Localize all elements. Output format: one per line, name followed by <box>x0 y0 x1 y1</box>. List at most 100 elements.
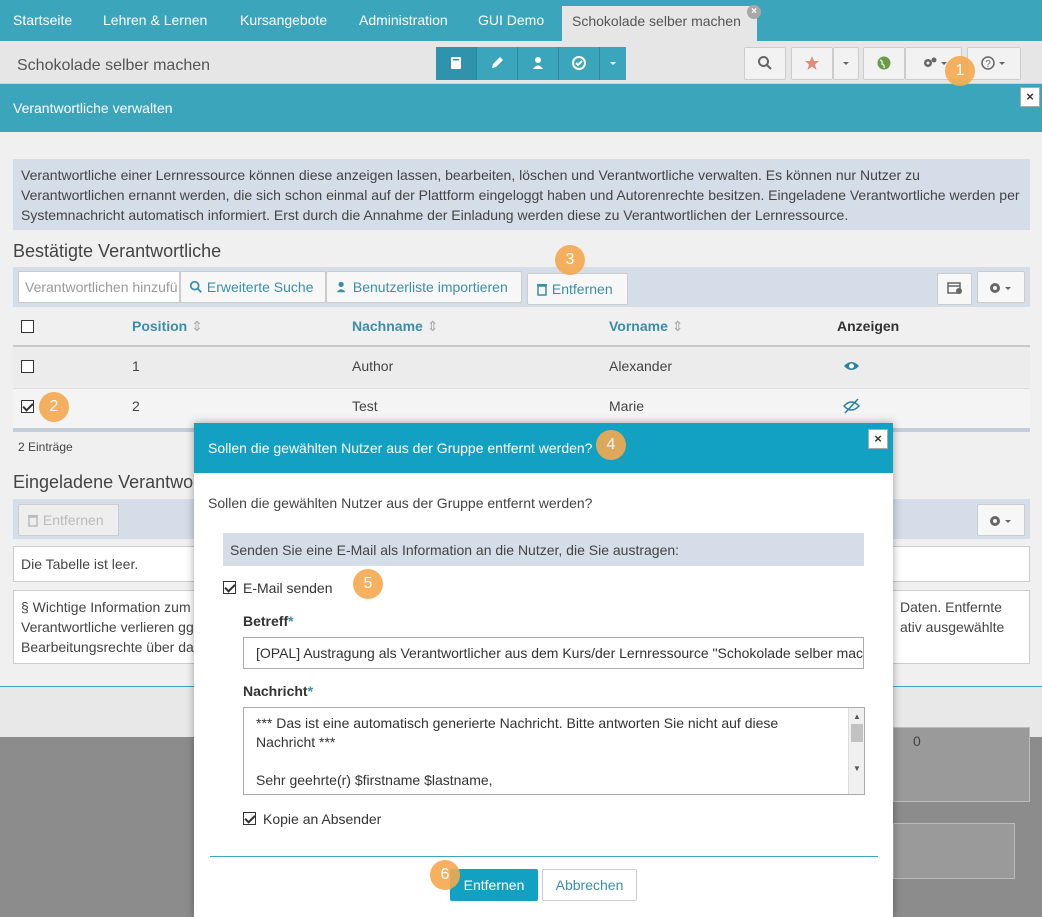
search-icon <box>758 56 772 70</box>
message-label: Nachricht* <box>243 683 314 699</box>
search-button[interactable] <box>744 47 786 80</box>
search-icon <box>189 280 202 293</box>
edit-button[interactable] <box>477 47 518 80</box>
tab-gui-demo[interactable]: GUI Demo <box>478 0 544 41</box>
column-show: Anzeigen <box>837 318 900 334</box>
course-titlebar: Schokolade selber machen ? <box>0 41 1042 84</box>
globe-button[interactable] <box>863 47 905 80</box>
row-checkbox[interactable] <box>21 360 34 373</box>
star-icon <box>805 56 819 70</box>
globe-icon <box>877 56 891 70</box>
message-line: *** Das ist eine automatisch generierte … <box>256 715 779 731</box>
remove-invited-button[interactable]: Entfernen <box>18 504 119 536</box>
note-line: Daten. Entfernte <box>900 599 1002 615</box>
tab-course-active[interactable]: Schokolade selber machen <box>562 6 757 41</box>
invited-settings-button[interactable] <box>977 504 1025 536</box>
user-icon <box>533 57 543 69</box>
row-firstname: Alexander <box>609 358 673 374</box>
dialog-divider <box>210 856 878 857</box>
confirm-remove-button[interactable]: Entfernen <box>450 869 538 901</box>
more-dropdown-button[interactable] <box>600 47 626 80</box>
message-line: Sehr geehrte(r) $firstname $lastname, <box>256 772 493 788</box>
row-position: 1 <box>132 358 140 374</box>
import-userlist-label: Benutzerliste importieren <box>352 279 508 295</box>
table-settings-button[interactable] <box>977 271 1025 303</box>
note-line: § Wichtige Information zum <box>21 599 191 615</box>
column-lastname[interactable]: Nachname ⇕ <box>352 318 438 335</box>
scroll-up-icon[interactable]: ▲ <box>853 712 861 721</box>
tab-close-icon[interactable]: × <box>747 5 761 19</box>
favorite-button[interactable] <box>791 47 833 80</box>
step-badge: 5 <box>353 569 383 599</box>
svg-text:?: ? <box>985 59 991 70</box>
info-box: Verantwortliche einer Lernressource könn… <box>13 159 1030 230</box>
dialog-question: Sollen die gewählten Nutzer aus der Grup… <box>208 495 593 511</box>
eye-icon[interactable] <box>843 360 860 372</box>
caret-down-icon <box>610 62 616 65</box>
dialog-hint: Senden Sie eine E-Mail als Information a… <box>230 542 680 558</box>
row-firstname: Marie <box>609 398 645 414</box>
gear-caret-icon <box>990 283 1011 293</box>
top-navigation: Startseite Lehren & Lernen Kursangebote … <box>0 0 1042 41</box>
help-button[interactable]: ? <box>967 47 1021 80</box>
note-line: Bearbeitungsrechte über da <box>21 639 194 655</box>
row-lastname: Test <box>352 398 378 414</box>
row-checkbox-checked[interactable] <box>21 400 34 413</box>
tab-lehren-lernen[interactable]: Lehren & Lernen <box>103 0 207 41</box>
entry-count: 2 Einträge <box>18 440 73 454</box>
course-title: Schokolade selber machen <box>17 57 211 74</box>
book-icon <box>451 57 461 69</box>
dialog-header: Sollen die gewählten Nutzer aus der Grup… <box>194 423 893 473</box>
bg-zero: 0 <box>913 733 921 749</box>
caret-down-icon <box>843 62 849 65</box>
message-textarea[interactable]: *** Das ist eine automatisch generierte … <box>243 707 865 795</box>
eye-hidden-icon[interactable] <box>843 398 860 414</box>
assessment-button[interactable] <box>559 47 600 80</box>
table-row <box>13 388 1030 428</box>
remove-confirm-dialog: Sollen die gewählten Nutzer aus der Grup… <box>194 423 893 917</box>
panel-header: Verantwortliche verwalten × <box>0 84 1042 132</box>
help-icon: ? <box>981 56 1005 70</box>
column-position[interactable]: Position ⇕ <box>132 318 203 335</box>
tab-administration[interactable]: Administration <box>359 0 448 41</box>
table-export-icon <box>947 282 962 294</box>
add-responsible-input[interactable]: Verantwortlichen hinzufü <box>18 271 180 303</box>
step-badge: 6 <box>430 860 460 890</box>
step-badge: 1 <box>945 56 975 86</box>
copy-sender-label: Kopie an Absender <box>263 811 382 827</box>
remove-invited-label: Entfernen <box>42 512 104 528</box>
note-line: Verantwortliche verlieren gg <box>21 619 194 635</box>
empty-table-text: Die Tabelle ist leer. <box>21 556 139 572</box>
subject-label: Betreff* <box>243 613 294 629</box>
favorite-dropdown-button[interactable] <box>833 47 859 80</box>
bg-box <box>893 823 1015 879</box>
subject-input[interactable]: [OPAL] Austragung als Verantwortlicher a… <box>243 637 864 669</box>
copy-sender-checkbox[interactable] <box>243 812 256 825</box>
scrollbar-thumb[interactable] <box>851 724 863 742</box>
row-position: 2 <box>132 398 140 414</box>
send-mail-label: E-Mail senden <box>243 580 333 596</box>
tab-kursangebote[interactable]: Kursangebote <box>240 0 327 41</box>
remove-confirmed-button[interactable]: Entfernen <box>527 273 628 305</box>
textarea-scrollbar[interactable]: ▲ ▼ <box>848 708 864 794</box>
table-export-button[interactable] <box>937 273 972 305</box>
check-circle-icon <box>572 56 586 70</box>
book-button[interactable] <box>436 47 477 80</box>
tab-startseite[interactable]: Startseite <box>13 0 72 41</box>
select-all-checkbox[interactable] <box>21 320 34 333</box>
step-badge: 4 <box>596 430 626 460</box>
trash-icon <box>28 515 38 527</box>
dialog-close-icon[interactable]: × <box>868 429 888 449</box>
panel-title: Verantwortliche verwalten <box>13 100 173 116</box>
send-mail-checkbox[interactable] <box>223 581 236 594</box>
cancel-button[interactable]: Abbrechen <box>542 869 637 901</box>
members-button[interactable] <box>518 47 559 80</box>
step-badge: 3 <box>555 245 585 275</box>
gears-icon <box>923 57 947 67</box>
advanced-search-button[interactable]: Erweiterte Suche <box>180 271 326 303</box>
trash-icon <box>537 284 547 296</box>
column-firstname[interactable]: Vorname ⇕ <box>609 318 684 335</box>
import-userlist-button[interactable]: Benutzerliste importieren <box>326 271 522 303</box>
scroll-down-icon[interactable]: ▼ <box>853 764 861 773</box>
panel-close-icon[interactable]: × <box>1020 87 1040 107</box>
